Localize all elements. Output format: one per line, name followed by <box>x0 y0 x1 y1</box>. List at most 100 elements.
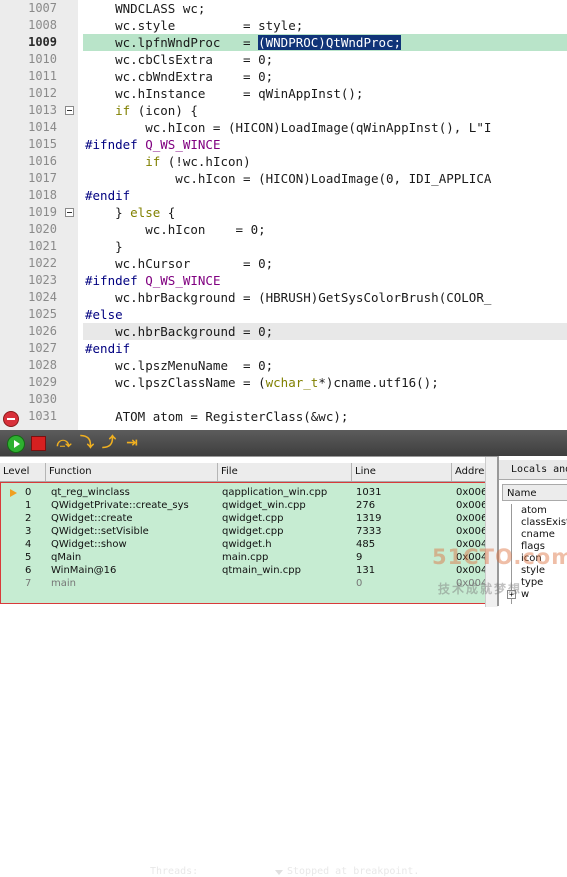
code-text: wc.lpfnWndProc = (WNDPROC)QtWndProc; <box>85 34 402 51</box>
code-line: 1011 wc.cbWndExtra = 0; <box>0 68 567 85</box>
code-fragment: WNDCLASS wc; <box>85 1 206 16</box>
frame-level: 2 <box>25 513 32 524</box>
preprocessor-directive: #ifndef <box>85 273 138 288</box>
frame-level: 7 <box>25 578 32 589</box>
frame-line: 7333 <box>356 526 382 537</box>
line-number: 1027 <box>28 341 57 355</box>
line-number: 1025 <box>28 307 57 321</box>
line-number: 1009 <box>28 35 57 49</box>
code-fragment: wc.cbClsExtra = 0; <box>85 52 274 67</box>
code-editor[interactable]: 1007 WNDCLASS wc; 1008 wc.style = style; 1… <box>0 0 567 430</box>
macro-name: Q_WS_WINCE <box>145 273 221 288</box>
frame-file: main.cpp <box>222 552 269 563</box>
code-line: 1031 ATOM atom = RegisterClass(&wc); <box>0 408 567 425</box>
debugger-status-text: Stopped at breakpoint. <box>287 866 420 877</box>
line-number: 1008 <box>28 18 57 32</box>
macro-name: Q_WS_WINCE <box>145 137 221 152</box>
stack-frame-row[interactable]: 5 qMain main.cpp 9 0x0040 <box>1 551 494 564</box>
preprocessor-directive: #ifndef <box>85 137 138 152</box>
line-number: 1026 <box>28 324 57 338</box>
column-function[interactable]: Function <box>46 463 218 481</box>
code-text: wc.lpszClassName = (wchar_t*)cname.utf16… <box>85 374 439 391</box>
code-fragment: wc.hIcon = (HICON)LoadImage(0, IDI_APPLI… <box>85 171 492 186</box>
code-line: 1009 wc.lpfnWndProc = (WNDPROC)QtWndProc… <box>0 34 567 51</box>
frame-file: qwidget.cpp <box>222 513 284 524</box>
selected-code[interactable]: (WNDPROC)QtWndProc; <box>258 35 402 50</box>
line-number: 1023 <box>28 273 57 287</box>
line-number: 1020 <box>28 222 57 236</box>
code-fragment: ATOM atom = RegisterClass(&wc); <box>85 409 349 424</box>
code-line: 1022 wc.hCursor = 0; <box>0 255 567 272</box>
frame-line: 1031 <box>356 487 382 498</box>
code-text: wc.hbrBackground = 0; <box>85 323 273 340</box>
code-fragment: wc.hInstance = qWinAppInst(); <box>85 86 364 101</box>
code-fragment: wc.hbrBackground = 0; <box>85 324 274 339</box>
frame-function: QWidget::create <box>51 513 133 524</box>
fold-toggle-icon[interactable] <box>65 208 74 217</box>
code-text: wc.cbClsExtra = 0; <box>85 51 273 68</box>
code-text: #endif <box>85 187 130 204</box>
code-text: wc.hIcon = (HICON)LoadImage(qWinAppInst(… <box>85 119 491 136</box>
stack-frame-row[interactable]: 4 QWidget::show qwidget.h 485 0x0040 <box>1 538 494 551</box>
preprocessor-directive: #else <box>85 307 123 322</box>
continue-icon[interactable] <box>7 435 25 453</box>
code-fragment: wc.lpszMenuName = 0; <box>85 358 274 373</box>
code-fragment: wc.lpfnWndProc = <box>85 35 259 50</box>
code-text: wc.hIcon = 0; <box>85 221 266 238</box>
code-line: 1012 wc.hInstance = qWinAppInst(); <box>0 85 567 102</box>
code-line: 1008 wc.style = style; <box>0 17 567 34</box>
frame-function: QWidget::show <box>51 539 127 550</box>
code-fragment: wc.hIcon = 0; <box>85 222 266 237</box>
column-line[interactable]: Line <box>352 463 452 481</box>
frame-line: 276 <box>356 500 376 511</box>
code-line: 1023 #ifndef Q_WS_WINCE <box>0 272 567 289</box>
stack-view-panel: Level Function File Line Addres 0 qt_reg_… <box>0 456 498 607</box>
code-text: ATOM atom = RegisterClass(&wc); <box>85 408 348 425</box>
reverse-step-icon[interactable]: ⇥ <box>124 435 140 451</box>
frame-line: 485 <box>356 539 376 550</box>
watermark-logo: 51CTO.com <box>432 545 567 569</box>
line-number: 1029 <box>28 375 57 389</box>
code-text: wc.hInstance = qWinAppInst(); <box>85 85 363 102</box>
code-text: wc.hCursor = 0; <box>85 255 273 272</box>
code-text: #ifndef Q_WS_WINCE <box>85 272 220 289</box>
line-number: 1024 <box>28 290 57 304</box>
code-text: } <box>85 238 123 255</box>
code-line: 1010 wc.cbClsExtra = 0; <box>0 51 567 68</box>
code-fragment <box>85 103 115 118</box>
frame-file: qwidget.h <box>222 539 272 550</box>
code-fragment: wc.hbrBackground = (HBRUSH)GetSysColorBr… <box>85 290 492 305</box>
code-text: #else <box>85 306 123 323</box>
stack-frame-row[interactable]: 7 main 0 0x0040 <box>1 577 494 590</box>
locals-column-name[interactable]: Name <box>502 484 567 501</box>
stack-frame-row[interactable]: 0 qt_reg_winclass qapplication_win.cpp 1031… <box>1 486 494 499</box>
preprocessor-directive: #endif <box>85 341 131 356</box>
breakpoint-marker-icon[interactable] <box>3 411 19 427</box>
code-line: 1027 #endif <box>0 340 567 357</box>
step-out-icon[interactable]: ⤴ <box>101 435 117 451</box>
stack-frame-row[interactable]: 3 QWidget::setVisible qwidget.cpp 7333 0x006… <box>1 525 494 538</box>
line-number: 1007 <box>28 1 57 15</box>
code-text: #ifndef Q_WS_WINCE <box>85 136 220 153</box>
stack-frame-row[interactable]: 1 QWidgetPrivate::create_sys qwidget_win.c… <box>1 499 494 512</box>
step-into-icon[interactable]: ⤵ <box>79 435 95 451</box>
column-level[interactable]: Level <box>0 463 46 481</box>
fold-toggle-icon[interactable] <box>65 106 74 115</box>
line-number: 1019 <box>28 205 57 219</box>
threads-dropdown-arrow-icon[interactable] <box>275 870 283 875</box>
local-variable[interactable]: w <box>521 588 529 601</box>
step-over-icon[interactable]: ⤼ <box>56 435 72 451</box>
column-file[interactable]: File <box>218 463 352 481</box>
debugger-toolbar: ⤼ ⤵ ⤴ ⇥ Threads: Stopped at breakpoint. <box>0 430 567 877</box>
code-fragment: } <box>85 205 131 220</box>
code-fragment: (icon) { <box>130 103 198 118</box>
stop-debugging-icon[interactable] <box>31 436 46 451</box>
code-text: wc.hbrBackground = (HBRUSH)GetSysColorBr… <box>85 289 491 306</box>
line-number: 1022 <box>28 256 57 270</box>
line-number: 1012 <box>28 86 57 100</box>
code-text: wc.lpszMenuName = 0; <box>85 357 273 374</box>
code-text: WNDCLASS wc; <box>85 0 205 17</box>
stack-frame-row[interactable]: 6 WinMain@16 qtmain_win.cpp 131 0x0040 <box>1 564 494 577</box>
stack-frame-row[interactable]: 2 QWidget::create qwidget.cpp 1319 0x006a <box>1 512 494 525</box>
frame-file: qwidget.cpp <box>222 526 284 537</box>
